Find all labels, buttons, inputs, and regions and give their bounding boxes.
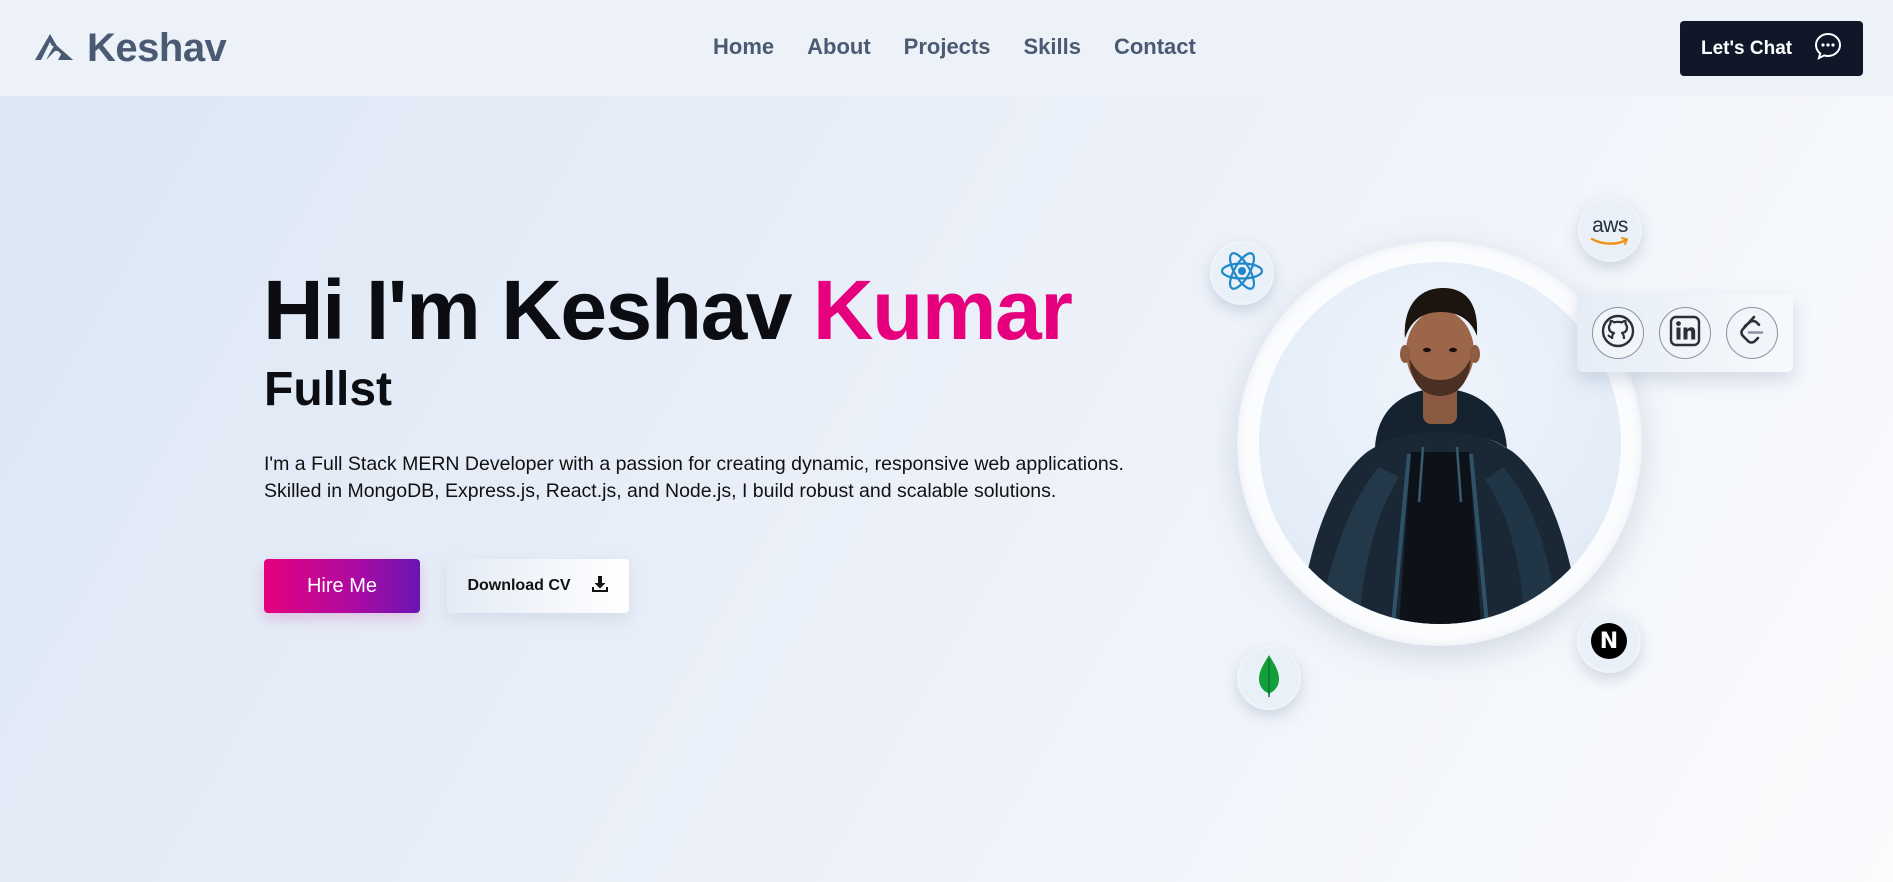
profile-photo — [1259, 262, 1621, 624]
hero-title-name: Hi I'm Keshav — [263, 263, 813, 357]
download-cv-button[interactable]: Download CV — [447, 559, 629, 613]
hero-description: I'm a Full Stack MERN Developer with a p… — [264, 453, 1124, 502]
leetcode-icon — [1736, 314, 1768, 353]
aws-icon: aws — [1590, 215, 1630, 246]
hire-me-button[interactable]: Hire Me — [264, 559, 420, 613]
nav-home[interactable]: Home — [713, 34, 774, 60]
react-icon — [1219, 250, 1265, 297]
linkedin-link[interactable] — [1658, 307, 1711, 359]
logo-text: Keshav — [87, 25, 227, 70]
mongodb-badge — [1237, 646, 1301, 710]
aws-label: aws — [1592, 213, 1628, 237]
logo[interactable]: Keshav — [33, 24, 227, 72]
nav-projects[interactable]: Projects — [904, 34, 991, 60]
lets-chat-button[interactable]: Let's Chat — [1680, 21, 1863, 76]
aws-badge: aws — [1578, 198, 1642, 262]
nextjs-badge: N — [1577, 609, 1641, 673]
nav-about[interactable]: About — [807, 34, 871, 60]
leetcode-link[interactable] — [1725, 307, 1778, 359]
nav-contact[interactable]: Contact — [1114, 34, 1196, 60]
nextjs-icon: N — [1591, 623, 1627, 659]
github-link[interactable] — [1592, 307, 1645, 359]
nav-links: Home About Projects Skills Contact — [713, 34, 1196, 60]
download-icon — [591, 575, 609, 598]
github-icon — [1601, 314, 1635, 353]
social-links-card — [1577, 294, 1793, 372]
navbar: Keshav Home About Projects Skills Contac… — [0, 0, 1893, 96]
mongodb-icon — [1257, 653, 1281, 704]
hero-subtitle: Fullst — [264, 363, 392, 416]
nextjs-letter: N — [1599, 628, 1619, 654]
react-badge — [1210, 241, 1274, 305]
logo-mountain-icon — [33, 31, 75, 66]
download-cv-label: Download CV — [467, 577, 571, 594]
chat-bubble-icon — [1814, 32, 1842, 66]
hero-title: Hi I'm Keshav Kumar — [263, 268, 1073, 352]
hero-title-accent: Kumar — [812, 263, 1073, 357]
lets-chat-label: Let's Chat — [1701, 37, 1793, 59]
nav-skills[interactable]: Skills — [1023, 34, 1080, 60]
linkedin-icon — [1669, 315, 1701, 352]
